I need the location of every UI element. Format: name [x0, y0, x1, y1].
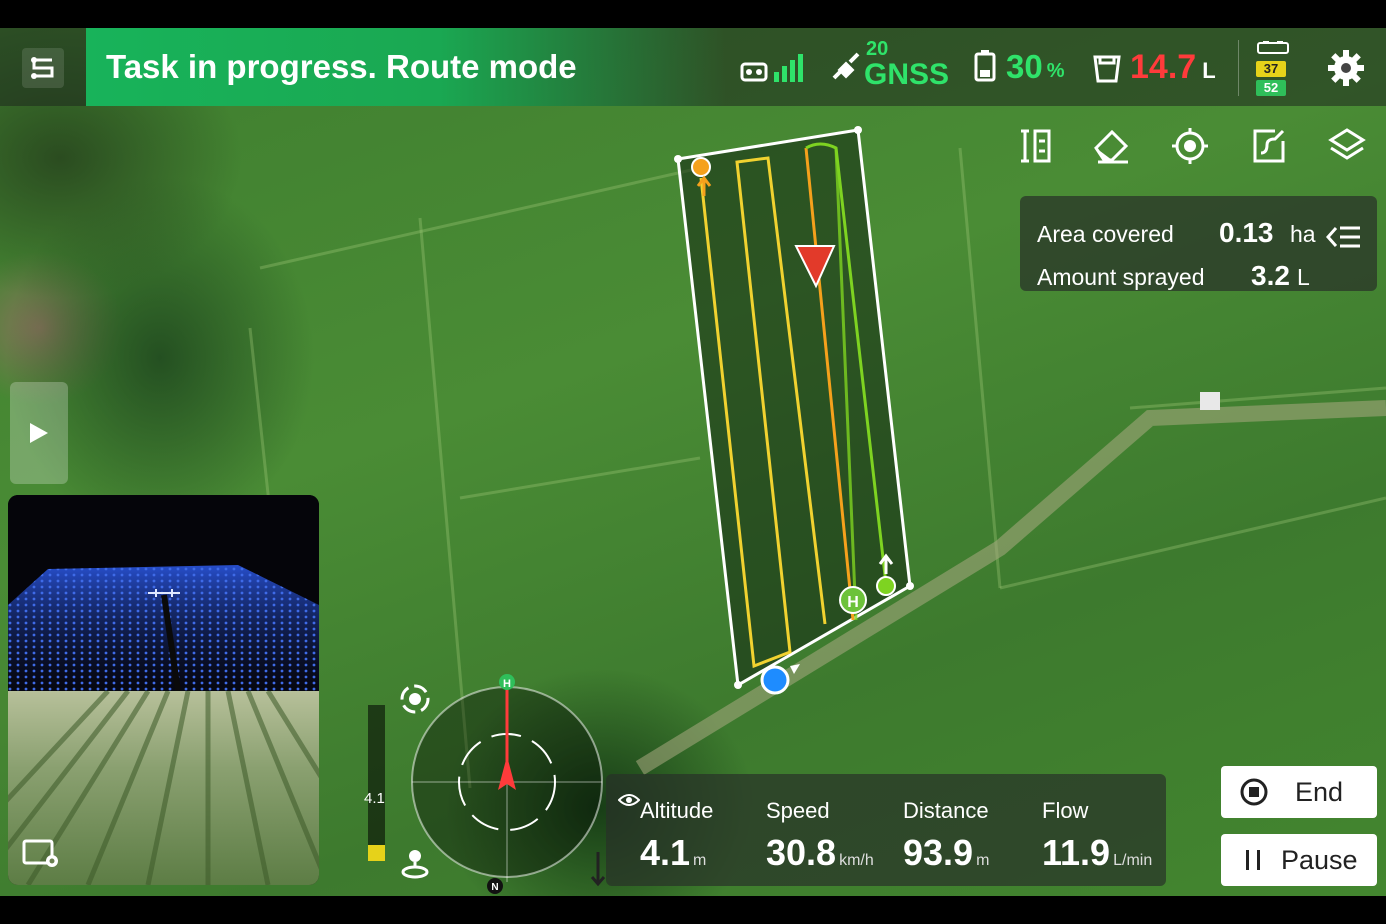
point-cloud-image: [8, 565, 319, 692]
operation-summary-panel: Area covered 0.13 ha Amount sprayed 3.2 …: [1020, 196, 1377, 291]
eraser-icon: [1094, 129, 1129, 164]
spray-tank-icon: [1093, 55, 1121, 83]
altitude-label: Altitude: [640, 798, 714, 823]
pause-icon: [1246, 850, 1260, 870]
battery-cell-bottom: 52: [1256, 80, 1286, 96]
pause-button-label: Pause: [1281, 844, 1358, 875]
end-button-label: End: [1295, 776, 1344, 807]
attitude-compass: H N: [411, 674, 606, 894]
eraser-button[interactable]: [1092, 126, 1132, 166]
tank-status: 14.7 L: [1092, 48, 1216, 87]
panel-collapse-button[interactable]: [1325, 224, 1362, 250]
edit-route-button[interactable]: [1249, 126, 1289, 166]
area-covered-value: 0.13: [1219, 217, 1274, 248]
aircraft-battery-icon: [1257, 41, 1289, 54]
radar-point-cloud-view[interactable]: [8, 495, 319, 692]
svg-text:H: H: [847, 594, 859, 611]
camera-settings-button[interactable]: [22, 837, 62, 869]
gnss-label: GNSS: [864, 58, 950, 91]
expand-panel-button[interactable]: [10, 382, 68, 484]
camera-view-panel[interactable]: [8, 495, 319, 885]
stop-icon: [1240, 778, 1268, 806]
locate-icon: [1172, 128, 1208, 164]
dual-battery-status: 37 52: [1256, 40, 1292, 98]
battery-cell-top: 37: [1256, 61, 1286, 77]
gear-icon: [1328, 50, 1364, 86]
altitude-gauge-fill: [368, 845, 385, 861]
route-menu-button[interactable]: [22, 48, 64, 88]
battery-unit: %: [1046, 60, 1065, 82]
route-params-button[interactable]: [1015, 126, 1055, 166]
building-marker: [1200, 392, 1220, 410]
compass-north-marker: N: [491, 882, 498, 893]
layers-icon: [1328, 128, 1366, 160]
gnss-status: 20 GNSS: [830, 38, 950, 92]
task-status-text: Task in progress. Route mode: [106, 48, 577, 85]
altitude-gauge-label: 4.1: [364, 790, 385, 807]
end-point-icon: [876, 576, 896, 596]
pause-button[interactable]: Pause: [1221, 834, 1377, 886]
area-covered-row: Area covered 0.13 ha: [1037, 217, 1316, 248]
field-boundary: [676, 128, 912, 688]
edit-route-icon: [1253, 129, 1285, 163]
camera-settings-icon: [22, 839, 58, 867]
flow-readout: 11.9 L/min: [1042, 832, 1153, 873]
tank-value: 14.7: [1130, 48, 1197, 86]
speed-readout: 30.8 km/h: [766, 832, 874, 873]
divider: [1238, 40, 1239, 96]
layers-button[interactable]: [1327, 126, 1367, 166]
speed-label: Speed: [766, 798, 830, 823]
start-point-icon: [691, 157, 711, 177]
end-button[interactable]: End: [1221, 766, 1377, 818]
amount-sprayed-unit: L: [1297, 264, 1310, 290]
eye-icon: [618, 794, 640, 806]
satellite-icon: [832, 52, 860, 80]
altitude-readout: 4.1 m: [640, 832, 707, 873]
route-icon: [31, 57, 54, 79]
compass-home-marker: H: [503, 678, 511, 690]
battery-status: 30 %: [972, 48, 1065, 86]
amount-sprayed-row: Amount sprayed 3.2 L: [1037, 260, 1310, 291]
amount-sprayed-value: 3.2: [1251, 260, 1290, 291]
distance-label: Distance: [903, 798, 989, 823]
app-frame: H Task in progress. Route mode 20 GNSS 3…: [0, 28, 1386, 896]
distance-readout: 93.9 m: [903, 832, 990, 873]
telemetry-panel: Altitude 4.1 m Speed 30.8 km/h Distance 93…: [606, 774, 1166, 886]
amount-sprayed-label: Amount sprayed: [1037, 264, 1205, 290]
settings-button[interactable]: [1326, 48, 1366, 88]
status-bar: Task in progress. Route mode 20 GNSS 30 …: [0, 28, 1386, 106]
battery-icon: [974, 50, 996, 82]
play-icon: [30, 423, 48, 443]
flow-label: Flow: [1042, 798, 1089, 823]
tank-unit: L: [1202, 58, 1216, 83]
fpv-camera-view[interactable]: [8, 689, 319, 885]
remote-controller-signal-icon: [740, 54, 803, 82]
battery-value: 30: [1006, 48, 1043, 85]
route-params-icon: [1021, 129, 1051, 163]
task-status-banner: Task in progress. Route mode: [86, 28, 726, 106]
area-covered-label: Area covered: [1037, 221, 1174, 247]
gnss-count: 20: [866, 38, 889, 60]
altitude-gauge: [368, 705, 385, 861]
aircraft-position-icon: [760, 665, 790, 695]
rc-signal: [740, 52, 810, 84]
locate-button[interactable]: [1170, 126, 1210, 166]
collapse-list-icon: [1325, 226, 1360, 248]
area-covered-unit: ha: [1290, 221, 1316, 247]
